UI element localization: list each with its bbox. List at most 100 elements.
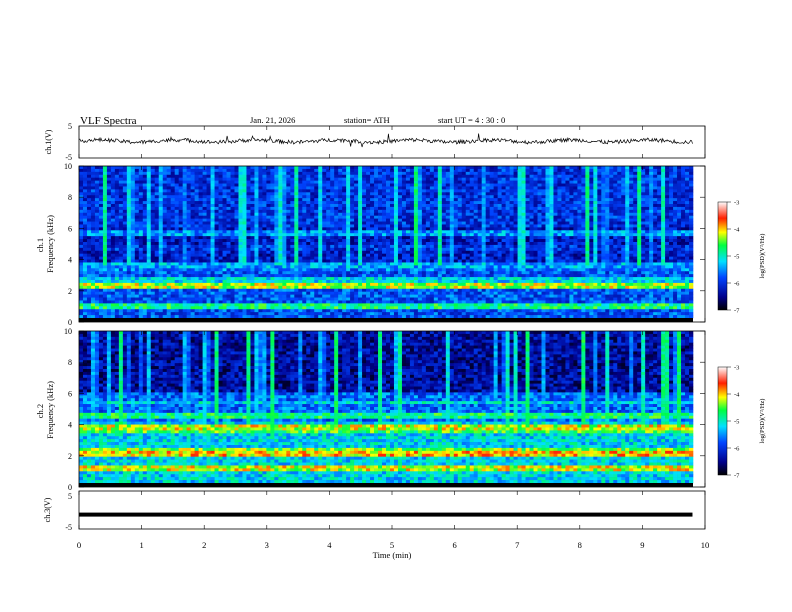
- spectrogram-cell: [413, 233, 419, 237]
- spectrogram-cell: [198, 189, 203, 193]
- spectrogram-cell: [374, 236, 379, 240]
- spectrogram-cell: [246, 177, 251, 181]
- spectrogram-cell: [158, 192, 164, 196]
- spectrogram-cell: [689, 242, 694, 246]
- spectrogram-cell: [397, 236, 403, 240]
- spectrogram-cell: [186, 183, 191, 187]
- spectrogram-cell: [661, 218, 666, 222]
- spectrogram-cell: [513, 236, 518, 240]
- spectrogram-cell: [118, 168, 124, 173]
- spectrogram-cell: [669, 236, 674, 240]
- spectrogram-cell: [405, 198, 411, 202]
- spectrogram-cell: [250, 250, 255, 254]
- spectrogram-cell: [501, 183, 506, 187]
- spectrogram-cell: [194, 218, 199, 222]
- spectrogram-cell: [150, 183, 156, 187]
- spectrogram-cell: [306, 224, 311, 228]
- spectrogram-cell: [342, 206, 347, 211]
- spectrogram-cell: [585, 177, 590, 181]
- spectrogram-cell: [226, 250, 231, 254]
- spectrogram-cell: [613, 174, 618, 178]
- spectrogram-cell: [557, 168, 562, 173]
- spectrogram-cell: [378, 206, 383, 211]
- spectrogram-cell: [138, 166, 144, 170]
- spectrogram-cell: [326, 236, 331, 240]
- spectrogram-cell: [290, 233, 295, 237]
- spectrogram-cell: [501, 239, 506, 243]
- spectrogram-cell: [266, 177, 271, 181]
- spectrogram-cell: [501, 221, 506, 225]
- spectrogram-cell: [421, 166, 427, 170]
- spectrogram-cell: [497, 209, 502, 214]
- spectrogram-cell: [665, 256, 670, 260]
- spectrogram-cell: [358, 183, 363, 187]
- spectrogram-cell: [513, 186, 518, 190]
- spectrogram-cell: [537, 168, 542, 173]
- spectrogram-cell: [266, 247, 271, 252]
- spectrogram-cell: [673, 204, 678, 208]
- spectrogram-cell: [130, 218, 136, 222]
- spectrogram-cell: [82, 212, 88, 216]
- spectrogram-cell: [158, 259, 164, 263]
- spectrogram-cell: [473, 198, 478, 202]
- spectrogram-cell: [118, 166, 124, 170]
- spectrogram-cell: [262, 224, 267, 228]
- spectrogram-cell: [389, 233, 395, 237]
- spectrogram-cell: [126, 204, 132, 208]
- spectrogram-cell: [489, 195, 494, 199]
- spectrogram-cell: [114, 183, 120, 187]
- spectrogram-cell: [186, 189, 191, 193]
- spectrogram-cell: [637, 256, 642, 260]
- spectrogram-cell: [79, 209, 84, 214]
- spectrogram-cell: [138, 177, 144, 181]
- spectrogram-cell: [158, 212, 164, 216]
- spectrogram-cell: [166, 174, 171, 178]
- spectrogram-cell: [397, 221, 403, 225]
- spectrogram-cell: [102, 195, 108, 199]
- spectrogram-cell: [258, 209, 263, 214]
- spectrogram-cell: [409, 239, 415, 243]
- spectrogram-cell: [521, 204, 526, 208]
- spectrogram-cell: [613, 218, 618, 222]
- spectrogram-cell: [194, 195, 199, 199]
- spectrogram-cell: [473, 244, 478, 249]
- spectrogram-cell: [330, 233, 335, 237]
- spectrogram-cell: [366, 221, 371, 225]
- spectrogram-cell: [601, 233, 606, 237]
- spectrogram-cell: [681, 183, 686, 187]
- spectrogram-cell: [258, 247, 263, 252]
- spectrogram-cell: [669, 230, 674, 234]
- spectrogram-cell: [122, 259, 128, 263]
- spectrogram-cell: [669, 201, 674, 205]
- spectrogram-cell: [326, 174, 331, 178]
- spectrogram-cell: [661, 212, 666, 216]
- spectrogram-cell: [485, 206, 490, 211]
- spectrogram-cell: [517, 174, 522, 178]
- spectrogram-cell: [258, 256, 263, 260]
- spectrogram-cell: [266, 189, 271, 193]
- spectrogram-cell: [637, 215, 642, 219]
- spectrogram-cell: [613, 204, 618, 208]
- spectrogram-cell: [681, 250, 686, 254]
- spectrogram-cell: [505, 221, 510, 225]
- spectrogram-cell: [94, 244, 100, 249]
- spectrogram-cell: [250, 256, 255, 260]
- spectrogram-cell: [114, 247, 120, 252]
- spectrogram-cell: [509, 227, 514, 231]
- spectrogram-cell: [429, 236, 435, 240]
- spectrogram-cell: [306, 192, 311, 196]
- spectrogram-cell: [505, 168, 510, 173]
- spectrogram-cell: [258, 192, 263, 196]
- spectrogram-cell: [330, 201, 335, 205]
- spectrogram-cell: [318, 192, 323, 196]
- spectrogram-cell: [234, 244, 239, 249]
- spectrogram-cell: [445, 224, 451, 228]
- spectrogram-cell: [102, 253, 108, 257]
- spectrogram-cell: [677, 168, 682, 173]
- spectrogram-cell: [150, 244, 156, 249]
- spectrogram-cell: [417, 236, 423, 240]
- spectrogram-cell: [114, 192, 120, 196]
- spectrogram-cell: [214, 180, 219, 184]
- spectrogram-cell: [174, 212, 179, 216]
- spectrogram-cell: [250, 233, 255, 237]
